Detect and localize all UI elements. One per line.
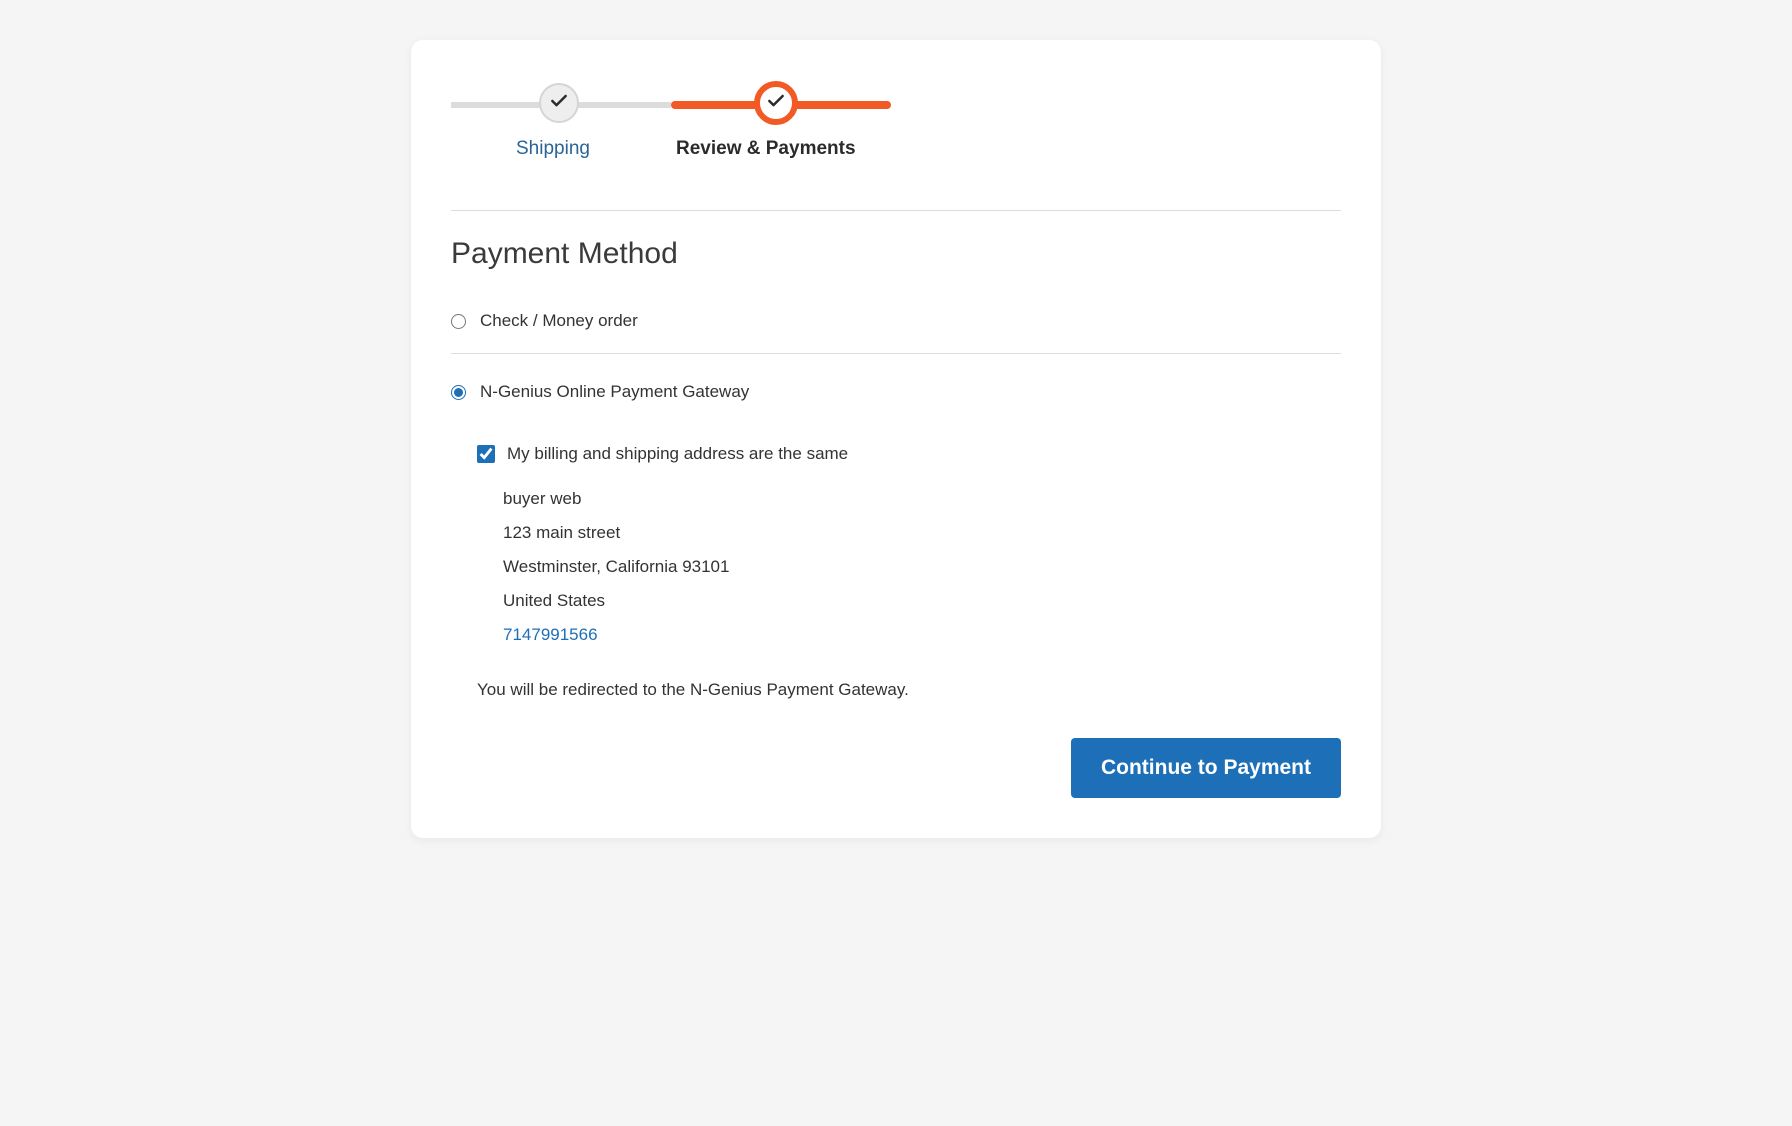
payment-method-heading: Payment Method	[451, 237, 1341, 271]
checkout-progress: Shipping Review & Payments	[451, 80, 891, 90]
progress-node-review	[754, 81, 798, 125]
billing-same-label: My billing and shipping address are the …	[507, 444, 848, 464]
section-divider	[451, 210, 1341, 211]
check-icon	[549, 91, 569, 116]
billing-same-checkbox[interactable]	[477, 445, 495, 463]
address-city-region-postal: Westminster, California 93101	[503, 550, 1341, 584]
redirect-note: You will be redirected to the N-Genius P…	[477, 680, 1341, 700]
method-separator	[451, 353, 1341, 354]
progress-node-shipping[interactable]	[539, 83, 579, 123]
step-label-review: Review & Payments	[676, 138, 856, 160]
address-name: buyer web	[503, 482, 1341, 516]
address-country: United States	[503, 584, 1341, 618]
payment-label-check: Check / Money order	[480, 311, 638, 331]
payment-radio-check[interactable]	[451, 314, 466, 329]
checkout-card: Shipping Review & Payments Payment Metho…	[411, 40, 1381, 838]
payment-method-row-check[interactable]: Check / Money order	[451, 311, 1341, 353]
check-icon	[766, 91, 786, 116]
continue-to-payment-button[interactable]: Continue to Payment	[1071, 738, 1341, 798]
action-bar: Continue to Payment	[451, 738, 1341, 798]
payment-radio-ngenius[interactable]	[451, 385, 466, 400]
payment-method-row-ngenius[interactable]: N-Genius Online Payment Gateway	[451, 382, 1341, 424]
billing-address-block: buyer web 123 main street Westminster, C…	[503, 482, 1341, 652]
billing-same-row: My billing and shipping address are the …	[477, 444, 1341, 464]
step-label-shipping[interactable]: Shipping	[516, 138, 590, 160]
progress-track	[451, 100, 891, 110]
payment-label-ngenius: N-Genius Online Payment Gateway	[480, 382, 749, 402]
address-phone[interactable]: 7147991566	[503, 618, 1341, 652]
address-street: 123 main street	[503, 516, 1341, 550]
